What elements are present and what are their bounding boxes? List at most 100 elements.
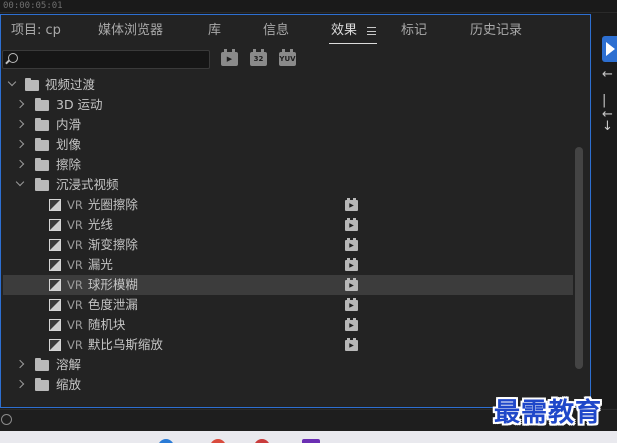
sync-icon[interactable] <box>1 414 12 425</box>
effect-item[interactable]: VR 色度泄漏 ▶ <box>3 295 573 315</box>
tab-markers[interactable]: 标记 <box>401 23 427 39</box>
tree-scrollbar[interactable] <box>574 73 584 403</box>
tab-libraries[interactable]: 库 <box>208 23 221 39</box>
ripple-edit-icon[interactable]: ↓ <box>602 120 613 134</box>
tree-label: 缩放 <box>56 377 82 392</box>
accelerated-effect-icon: ▶ <box>345 258 358 271</box>
transition-effect-icon <box>49 299 61 311</box>
tree-category-3d-motion[interactable]: 3D 运动 <box>3 95 573 115</box>
transition-effect-icon <box>49 279 61 291</box>
track-select-icon[interactable]: |← <box>602 94 617 122</box>
scrollbar-thumb[interactable] <box>575 147 583 369</box>
active-tab-underline <box>329 43 377 44</box>
browser-icon[interactable] <box>158 439 174 443</box>
effects-tree: 视频过渡 3D 运动 内滑 划像 擦除 沉浸式视频 VR 光圈擦除 ▶ VR 光… <box>1 73 573 403</box>
effect-item-selected[interactable]: VR 球形模糊 ▶ <box>3 275 573 295</box>
transition-effect-icon <box>49 239 61 251</box>
tree-label: 擦除 <box>56 157 82 172</box>
chevron-right-icon[interactable] <box>15 359 25 369</box>
chevron-right-icon[interactable] <box>15 99 25 109</box>
folder-icon <box>35 118 49 131</box>
effect-name: 漏光 <box>87 257 113 272</box>
effect-item[interactable]: VR 光圈擦除 ▶ <box>3 195 573 215</box>
folder-icon <box>25 78 39 91</box>
transition-effect-icon <box>49 319 61 331</box>
effect-item[interactable]: VR 光线 ▶ <box>3 215 573 235</box>
vr-prefix: VR <box>67 278 83 292</box>
effect-item[interactable]: VR 漏光 ▶ <box>3 255 573 275</box>
search-box[interactable] <box>2 50 210 69</box>
app-icon[interactable] <box>210 439 226 443</box>
accelerated-effect-icon: ▶ <box>345 318 358 331</box>
transition-effect-icon <box>49 339 61 351</box>
folder-icon <box>35 98 49 111</box>
search-input[interactable] <box>23 52 207 67</box>
search-icon <box>8 53 18 63</box>
tab-media-browser[interactable]: 媒体浏览器 <box>98 23 163 39</box>
folder-icon <box>35 178 49 191</box>
effect-name: 渐变擦除 <box>87 237 138 252</box>
tree-label: 沉浸式视频 <box>56 177 119 192</box>
tree-category-slide[interactable]: 内滑 <box>3 115 573 135</box>
vr-prefix: VR <box>67 238 83 252</box>
accelerated-effects-filter-icon[interactable]: ▶ <box>221 49 238 66</box>
32bit-filter-icon[interactable]: 32 <box>250 49 267 66</box>
vr-prefix: VR <box>67 218 83 232</box>
tree-category-wipe[interactable]: 擦除 <box>3 155 573 175</box>
transition-effect-icon <box>49 199 61 211</box>
app-icon[interactable] <box>254 439 270 443</box>
folder-icon <box>35 358 49 371</box>
accelerated-effect-icon: ▶ <box>345 338 358 351</box>
effect-label: VR 随机块 <box>67 317 125 333</box>
folder-icon <box>35 158 49 171</box>
effect-item[interactable]: VR 默比乌斯缩放 ▶ <box>3 335 573 355</box>
play-icon[interactable] <box>602 36 617 62</box>
chevron-right-icon[interactable] <box>15 139 25 149</box>
panel-tabs: 项目: cp 媒体浏览器 库 信息 效果 标记 历史记录 <box>1 15 590 47</box>
tab-history[interactable]: 历史记录 <box>470 23 522 39</box>
chevron-right-icon[interactable] <box>15 379 25 389</box>
accelerated-effect-icon: ▶ <box>345 218 358 231</box>
timecode: 00:00:05:01 <box>3 1 63 11</box>
effect-name: 光线 <box>87 217 113 232</box>
os-taskbar <box>0 431 617 443</box>
effect-item[interactable]: VR 渐变擦除 ▶ <box>3 235 573 255</box>
vr-prefix: VR <box>67 198 83 212</box>
effect-label: VR 漏光 <box>67 257 113 273</box>
accelerated-effect-icon: ▶ <box>345 238 358 251</box>
folder-icon <box>35 378 49 391</box>
tab-effects[interactable]: 效果 <box>331 23 357 39</box>
accelerated-effect-icon: ▶ <box>345 298 358 311</box>
tree-category-iris[interactable]: 划像 <box>3 135 573 155</box>
tree-root-video-transitions[interactable]: 视频过渡 <box>3 75 573 95</box>
effect-name: 色度泄漏 <box>87 297 138 312</box>
panel-menu-icon[interactable] <box>367 27 376 35</box>
watermark-logo: 最需教育 <box>494 398 603 428</box>
effect-name: 球形模糊 <box>87 277 138 292</box>
divider <box>0 12 617 13</box>
effect-name: 光圈擦除 <box>87 197 138 212</box>
tree-label: 内滑 <box>56 117 82 132</box>
tree-category-zoom[interactable]: 缩放 <box>3 375 573 395</box>
tab-project[interactable]: 项目: cp <box>11 23 61 39</box>
folder-icon <box>35 138 49 151</box>
tree-category-immersive-video[interactable]: 沉浸式视频 <box>3 175 573 195</box>
effect-label: VR 光线 <box>67 217 113 233</box>
vr-prefix: VR <box>67 258 83 272</box>
effect-label: VR 色度泄漏 <box>67 297 138 313</box>
effect-label: VR 球形模糊 <box>67 277 138 293</box>
tab-info[interactable]: 信息 <box>263 23 289 39</box>
tree-label: 3D 运动 <box>56 97 103 112</box>
tree-category-dissolve[interactable]: 溶解 <box>3 355 573 375</box>
effects-panel: 项目: cp 媒体浏览器 库 信息 效果 标记 历史记录 ▶ 32 YUV 视频… <box>0 14 591 408</box>
effect-item[interactable]: VR 随机块 ▶ <box>3 315 573 335</box>
vr-prefix: VR <box>67 318 83 332</box>
arrow-left-icon[interactable]: ← <box>602 68 613 82</box>
chevron-down-icon[interactable] <box>15 177 25 187</box>
vr-prefix: VR <box>67 298 83 312</box>
yuv-filter-icon[interactable]: YUV <box>279 49 296 66</box>
chevron-down-icon[interactable] <box>7 77 17 87</box>
chevron-right-icon[interactable] <box>15 159 25 169</box>
premiere-icon[interactable] <box>302 439 320 443</box>
chevron-right-icon[interactable] <box>15 119 25 129</box>
